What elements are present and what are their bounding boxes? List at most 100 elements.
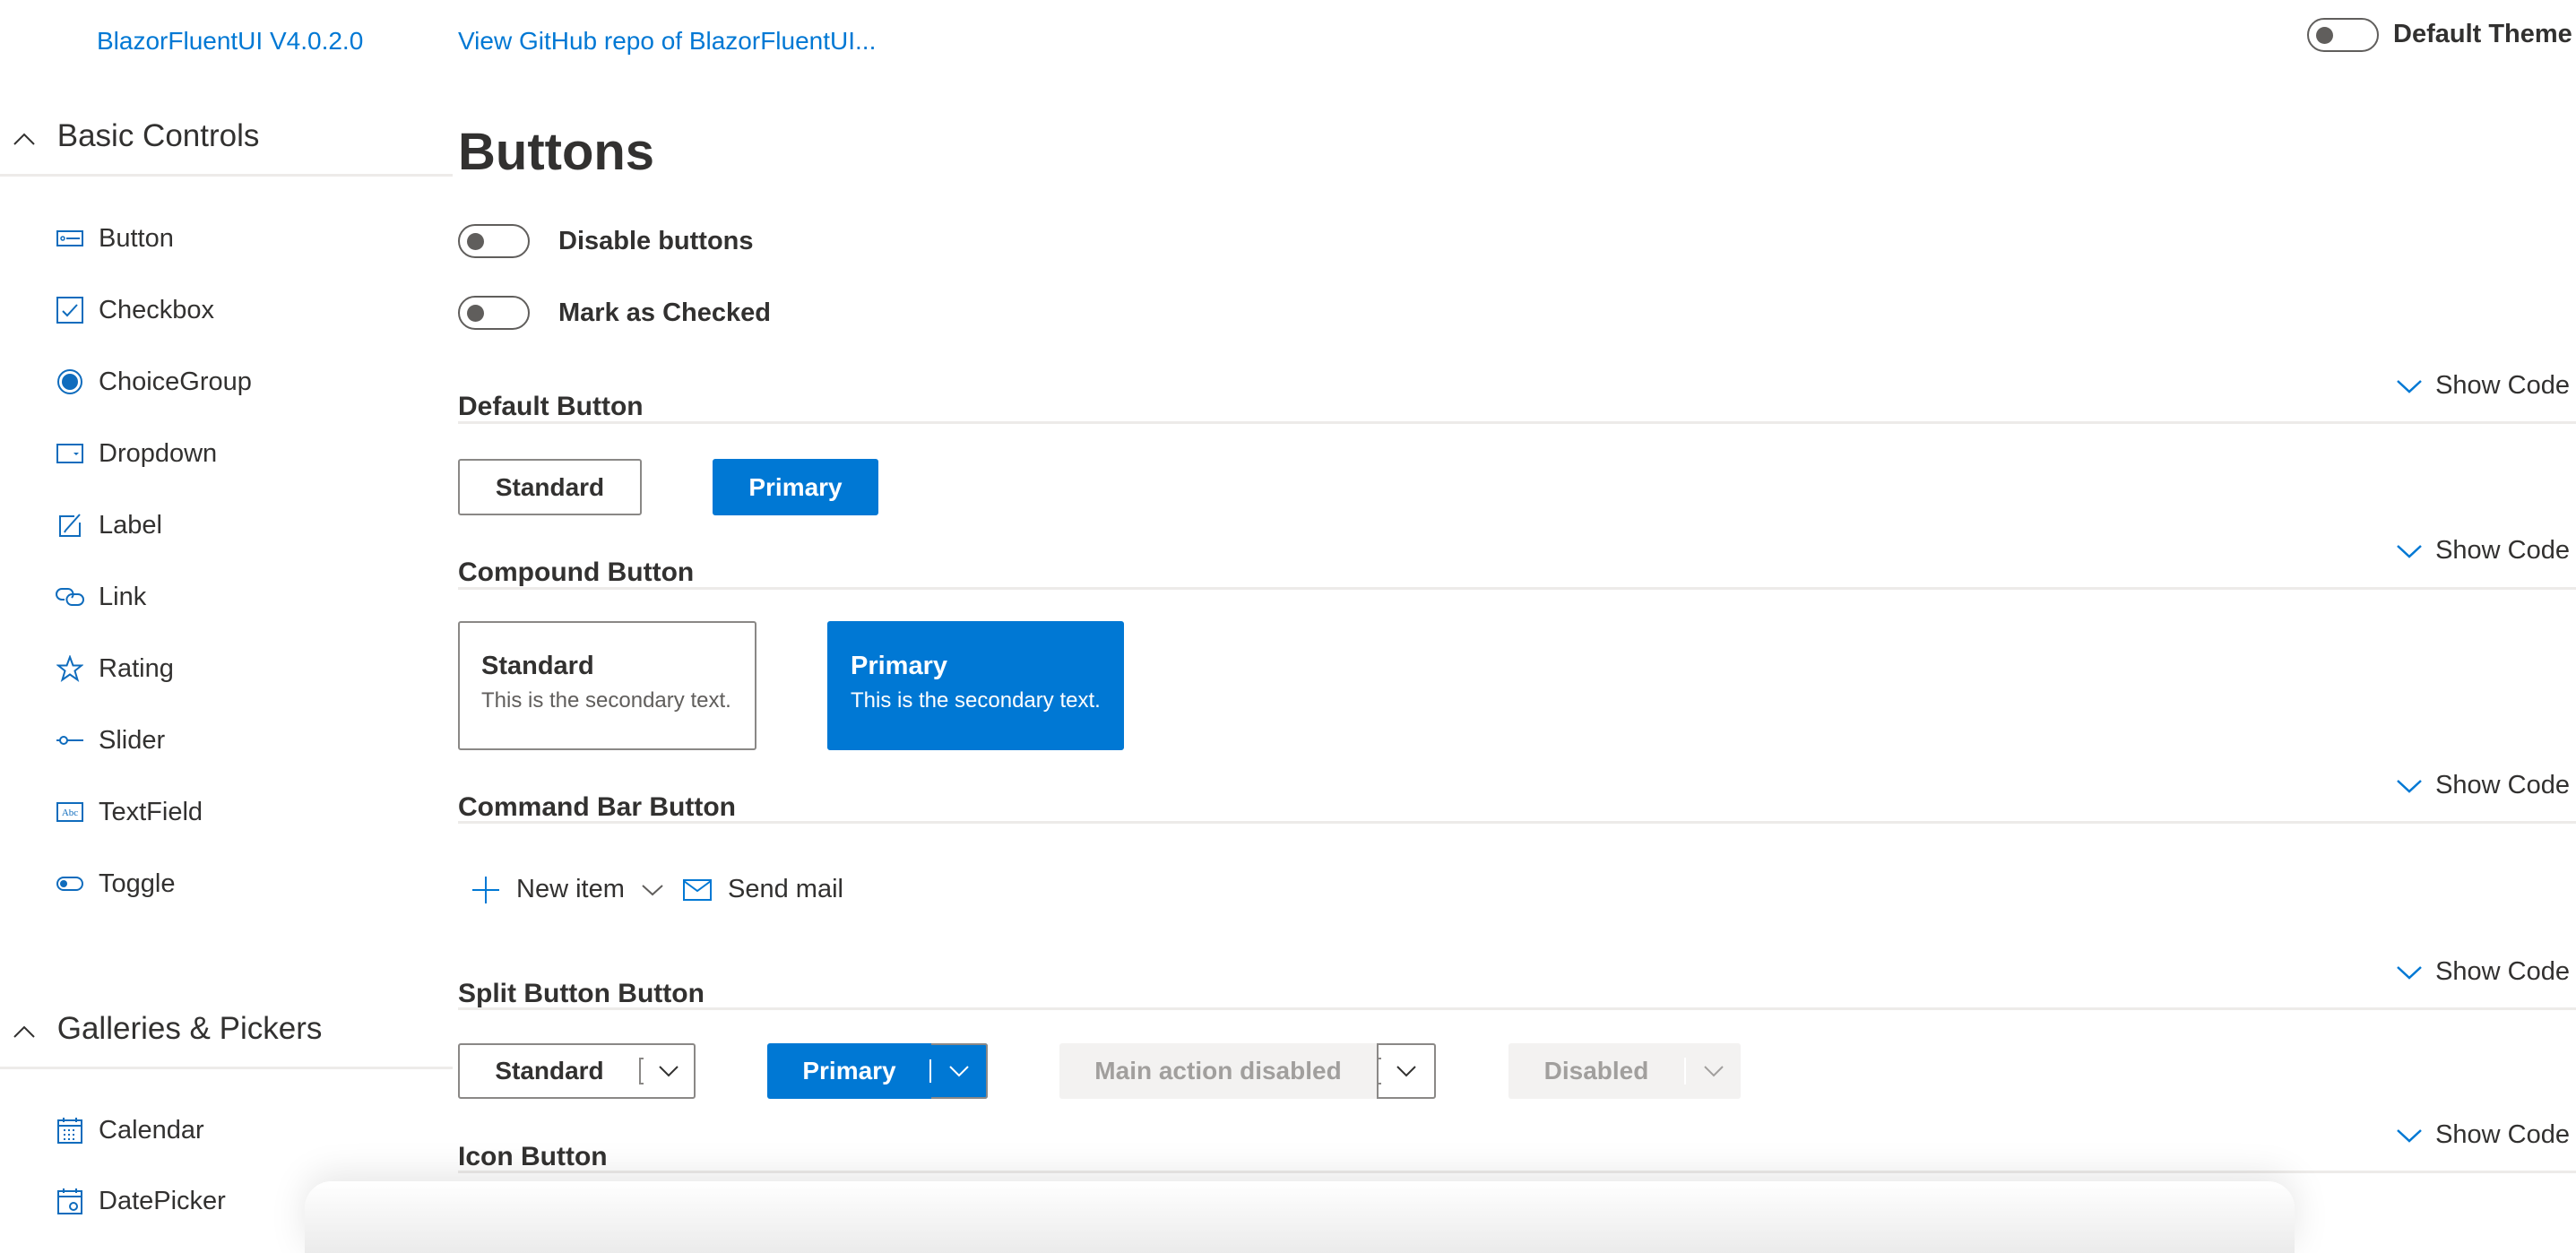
sidebar-item-label: Link xyxy=(99,582,147,611)
command-send-mail[interactable]: Send mail xyxy=(683,875,843,904)
show-code-command-bar-button[interactable]: Show Code xyxy=(2396,771,2570,800)
nav-group-divider xyxy=(0,1067,453,1069)
mail-icon xyxy=(683,878,712,901)
section-divider xyxy=(458,587,2576,590)
sidebar-item-rating[interactable]: Rating xyxy=(56,646,174,691)
split-enabled-menu-button[interactable] xyxy=(1377,1043,1436,1099)
edit-icon xyxy=(56,511,84,540)
github-repo-link[interactable]: View GitHub repo of BlazorFluentUI... xyxy=(458,27,876,56)
show-code-label: Show Code xyxy=(2435,536,2570,565)
split-primary-menu-button[interactable] xyxy=(929,1043,988,1099)
sidebar-item-checkbox[interactable]: Checkbox xyxy=(56,288,214,333)
checkbox-icon xyxy=(56,296,84,324)
disable-buttons-toggle[interactable] xyxy=(458,224,530,258)
compound-secondary-text: This is the secondary text. xyxy=(851,688,1101,713)
section-title-compound-button: Compound Button xyxy=(458,557,695,587)
nav-group-divider xyxy=(0,174,453,177)
split-main-action-disabled: Main action disabled xyxy=(1059,1043,1436,1099)
button-icon xyxy=(56,224,84,253)
version-link[interactable]: BlazorFluentUI V4.0.2.0 xyxy=(97,27,363,56)
section-divider xyxy=(458,1007,2576,1010)
sidebar-item-choicegroup[interactable]: ChoiceGroup xyxy=(56,359,252,404)
chevron-up-icon xyxy=(13,1011,39,1047)
chevron-down-icon xyxy=(2397,1128,2422,1143)
theme-toggle[interactable] xyxy=(2307,18,2379,52)
textfield-icon: Abc xyxy=(56,798,84,826)
toggle-icon xyxy=(56,869,84,898)
command-label: New item xyxy=(516,875,625,903)
compound-primary-button[interactable]: Primary This is the secondary text. xyxy=(827,621,1124,750)
chevron-down-icon xyxy=(2397,544,2422,558)
radio-button-icon xyxy=(56,367,84,396)
sidebar-item-label: Slider xyxy=(99,725,166,755)
sidebar-item-datepicker[interactable]: DatePicker xyxy=(56,1179,226,1223)
chevron-down-icon xyxy=(2397,379,2422,393)
show-code-label: Show Code xyxy=(2435,957,2570,986)
split-disabled-menu-button xyxy=(1686,1043,1741,1099)
compound-secondary-text: This is the secondary text. xyxy=(481,688,731,713)
command-new-item[interactable]: New item xyxy=(471,875,664,904)
split-standard-main-button[interactable]: Standard xyxy=(460,1045,639,1097)
sidebar-item-label: Button xyxy=(99,223,174,253)
chevron-down-icon xyxy=(1703,1066,1724,1077)
section-divider xyxy=(458,821,2576,824)
show-code-icon-button[interactable]: Show Code xyxy=(2396,1120,2570,1150)
sidebar-item-link[interactable]: Link xyxy=(56,575,146,619)
compound-primary-text: Primary xyxy=(851,652,948,680)
split-disabled-main-button: Main action disabled xyxy=(1094,1057,1342,1084)
show-code-default-button[interactable]: Show Code xyxy=(2396,371,2570,401)
sidebar-item-label: Toggle xyxy=(99,868,176,898)
svg-text:Abc: Abc xyxy=(62,808,78,818)
show-code-compound-button[interactable]: Show Code xyxy=(2396,536,2570,566)
sidebar-item-button[interactable]: Button xyxy=(56,216,174,261)
sidebar-item-label: Checkbox xyxy=(99,295,214,324)
link-icon xyxy=(56,583,84,611)
add-icon xyxy=(472,876,499,903)
nav-group-basic-controls[interactable]: Basic Controls xyxy=(13,118,259,154)
sidebar-item-label: Dropdown xyxy=(99,438,218,468)
compound-standard-button[interactable]: Standard This is the secondary text. xyxy=(458,621,756,750)
split-primary-main-button[interactable]: Primary xyxy=(767,1043,931,1099)
chevron-down-icon xyxy=(2397,779,2422,793)
theme-toggle-label: Default Theme xyxy=(2393,20,2572,48)
sidebar-item-label-text: Label xyxy=(99,510,162,540)
dropdown-icon xyxy=(56,439,84,468)
sidebar-item-toggle[interactable]: Toggle xyxy=(56,861,175,906)
default-primary-button[interactable]: Primary xyxy=(713,459,878,515)
page-title: Buttons xyxy=(458,123,655,181)
chevron-down-icon xyxy=(2397,965,2422,980)
show-code-label: Show Code xyxy=(2435,371,2570,400)
sidebar-item-label[interactable]: Label xyxy=(56,503,162,548)
split-divider xyxy=(1377,1058,1381,1084)
show-code-label: Show Code xyxy=(2435,1120,2570,1149)
sidebar-item-slider[interactable]: Slider xyxy=(56,718,165,763)
sidebar-item-label: Calendar xyxy=(99,1115,204,1145)
default-standard-button[interactable]: Standard xyxy=(458,459,642,515)
section-title-icon-button: Icon Button xyxy=(458,1142,608,1171)
bottom-overlay-shadow xyxy=(305,1181,2295,1253)
slider-icon xyxy=(56,726,84,755)
mark-as-checked-toggle[interactable] xyxy=(458,296,530,330)
mark-as-checked-label: Mark as Checked xyxy=(558,298,771,327)
chevron-down-icon xyxy=(659,1066,679,1077)
split-standard: Standard xyxy=(458,1043,696,1099)
sidebar-item-calendar[interactable]: Calendar xyxy=(56,1108,204,1153)
chevron-up-icon xyxy=(13,118,39,154)
section-divider xyxy=(458,421,2576,424)
sidebar-item-label: TextField xyxy=(99,797,203,826)
calendar-icon xyxy=(56,1116,84,1145)
disable-buttons-label: Disable buttons xyxy=(558,227,754,255)
section-title-command-bar-button: Command Bar Button xyxy=(458,792,736,822)
chevron-down-icon xyxy=(642,884,663,895)
star-icon xyxy=(56,654,84,683)
show-code-split-button[interactable]: Show Code xyxy=(2396,957,2570,987)
toggle-knob xyxy=(2316,27,2333,44)
nav-group-title: Galleries & Pickers xyxy=(56,1011,323,1046)
section-title-default-button: Default Button xyxy=(458,392,644,421)
sidebar-item-dropdown[interactable]: Dropdown xyxy=(56,431,217,476)
split-standard-menu-button[interactable] xyxy=(644,1045,694,1097)
sidebar-item-textfield[interactable]: Abc TextField xyxy=(56,790,203,834)
nav-group-galleries-pickers[interactable]: Galleries & Pickers xyxy=(13,1011,322,1047)
section-divider xyxy=(458,1171,2576,1173)
show-code-label: Show Code xyxy=(2435,771,2570,799)
